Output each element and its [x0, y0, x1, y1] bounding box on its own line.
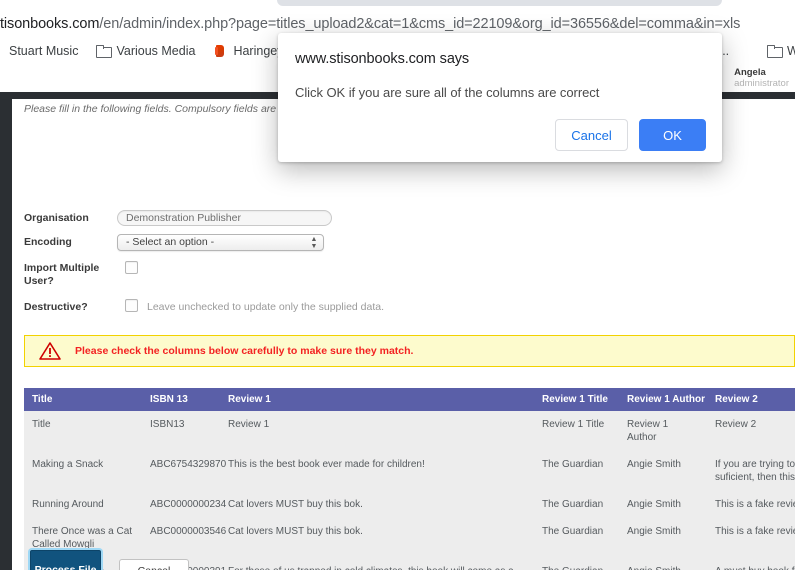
dialog-title: www.stisonbooks.com says	[295, 51, 470, 67]
column-header-review1-author: Review 1 Author	[619, 388, 707, 411]
table-row: Title ISBN13 Review 1 Review 1 Title Rev…	[24, 411, 795, 451]
cell-review1-author: Review 1 Author	[619, 411, 707, 451]
column-header-title: Title	[24, 388, 142, 411]
cell-review1-title: The Guardian	[534, 491, 619, 518]
cell-title: Title	[24, 411, 142, 451]
office-icon	[213, 44, 227, 58]
bookmark-label: Stuart Music	[9, 44, 79, 58]
column-header-review1: Review 1	[220, 388, 534, 411]
bookmark-stuart-music[interactable]: Stuart Music	[0, 40, 87, 62]
user-account-chip[interactable]: Angela administrator	[734, 67, 789, 90]
cell-isbn: ABC6754329870	[142, 451, 226, 491]
folder-icon	[96, 44, 113, 58]
cell-isbn: ABC0000000234	[142, 491, 226, 518]
cell-review1: Review 1	[220, 411, 534, 451]
form-actions: Process File Cancel	[24, 550, 795, 570]
cell-review1-title: The Guardian	[534, 451, 619, 491]
dialog-message: Click OK if you are sure all of the colu…	[295, 85, 600, 100]
cancel-button[interactable]: Cancel	[119, 559, 189, 570]
table-row: Making a Snack ABC6754329870 This is the…	[24, 451, 795, 491]
cell-review1-title: Review 1 Title	[534, 411, 619, 451]
table-row: Running Around ABC0000000234 Cat lovers …	[24, 491, 795, 518]
cell-title: Running Around	[24, 491, 142, 518]
checkbox-destructive[interactable]	[125, 299, 138, 312]
bookmark-label: W	[787, 44, 795, 58]
dialog-ok-button[interactable]: OK	[639, 119, 706, 151]
folder-icon	[767, 44, 783, 58]
columns-warning-banner: Please check the columns below carefully…	[24, 335, 795, 367]
cell-review2: If you are trying to transition to being…	[707, 451, 795, 491]
warning-triangle-icon	[39, 342, 61, 360]
bookmark-label: Haringey	[233, 44, 284, 58]
bookmark-label: Various Media	[116, 44, 196, 58]
process-file-button[interactable]: Process File	[30, 550, 101, 570]
address-bar-url: tisonbooks.com/en/admin/index.php?page=t…	[0, 16, 741, 32]
browser-tab[interactable]	[277, 0, 722, 6]
input-organisation[interactable]: Demonstration Publisher	[117, 210, 332, 226]
warning-text: Please check the columns below carefully…	[75, 345, 414, 357]
checkbox-import-multiple-user[interactable]	[125, 261, 138, 274]
chevron-updown-icon: ▲ ▼	[310, 236, 318, 250]
table-header-row: Title ISBN 13 Review 1 Review 1 Title Re…	[24, 388, 795, 411]
select-encoding[interactable]: - Select an option - ▲ ▼	[117, 234, 324, 251]
cell-review1: Cat lovers MUST buy this bok.	[220, 491, 534, 518]
table-body: Title ISBN13 Review 1 Review 1 Title Rev…	[24, 411, 795, 570]
cell-review2: Review 2	[707, 411, 795, 451]
left-sidebar	[0, 92, 12, 570]
label-destructive: Destructive?	[24, 301, 88, 313]
select-encoding-value: - Select an option -	[126, 236, 215, 248]
javascript-confirm-dialog: www.stisonbooks.com says Click OK if you…	[278, 33, 722, 162]
bookmark-various-media[interactable]: Various Media	[87, 40, 204, 62]
page-content: Please fill in the following fields. Com…	[12, 99, 795, 570]
hint-destructive: Leave unchecked to update only the suppl…	[147, 301, 385, 313]
column-header-review1-title: Review 1 Title	[534, 388, 619, 411]
cell-title: Making a Snack	[24, 451, 142, 491]
label-encoding: Encoding	[24, 236, 72, 248]
column-header-isbn13: ISBN 13	[142, 388, 220, 411]
cell-review2: This is a fake review about a fake book.	[707, 491, 795, 518]
bookmark-w[interactable]: W	[758, 40, 795, 62]
dialog-cancel-button[interactable]: Cancel	[555, 119, 628, 151]
cell-review1-author: Angie Smith	[619, 491, 707, 518]
cell-review1: This is the best book ever made for chil…	[220, 451, 534, 491]
columns-preview-table: Title ISBN 13 Review 1 Review 1 Title Re…	[24, 388, 795, 570]
cell-review1-author: Angie Smith	[619, 451, 707, 491]
column-header-review2: Review 2	[707, 388, 795, 411]
cell-isbn: ISBN13	[142, 411, 220, 451]
user-role: administrator	[734, 77, 789, 89]
label-organisation: Organisation	[24, 212, 89, 224]
screenshot-root: tisonbooks.com/en/admin/index.php?page=t…	[0, 0, 795, 570]
label-import-multiple-user: Import Multiple User?	[24, 262, 100, 287]
